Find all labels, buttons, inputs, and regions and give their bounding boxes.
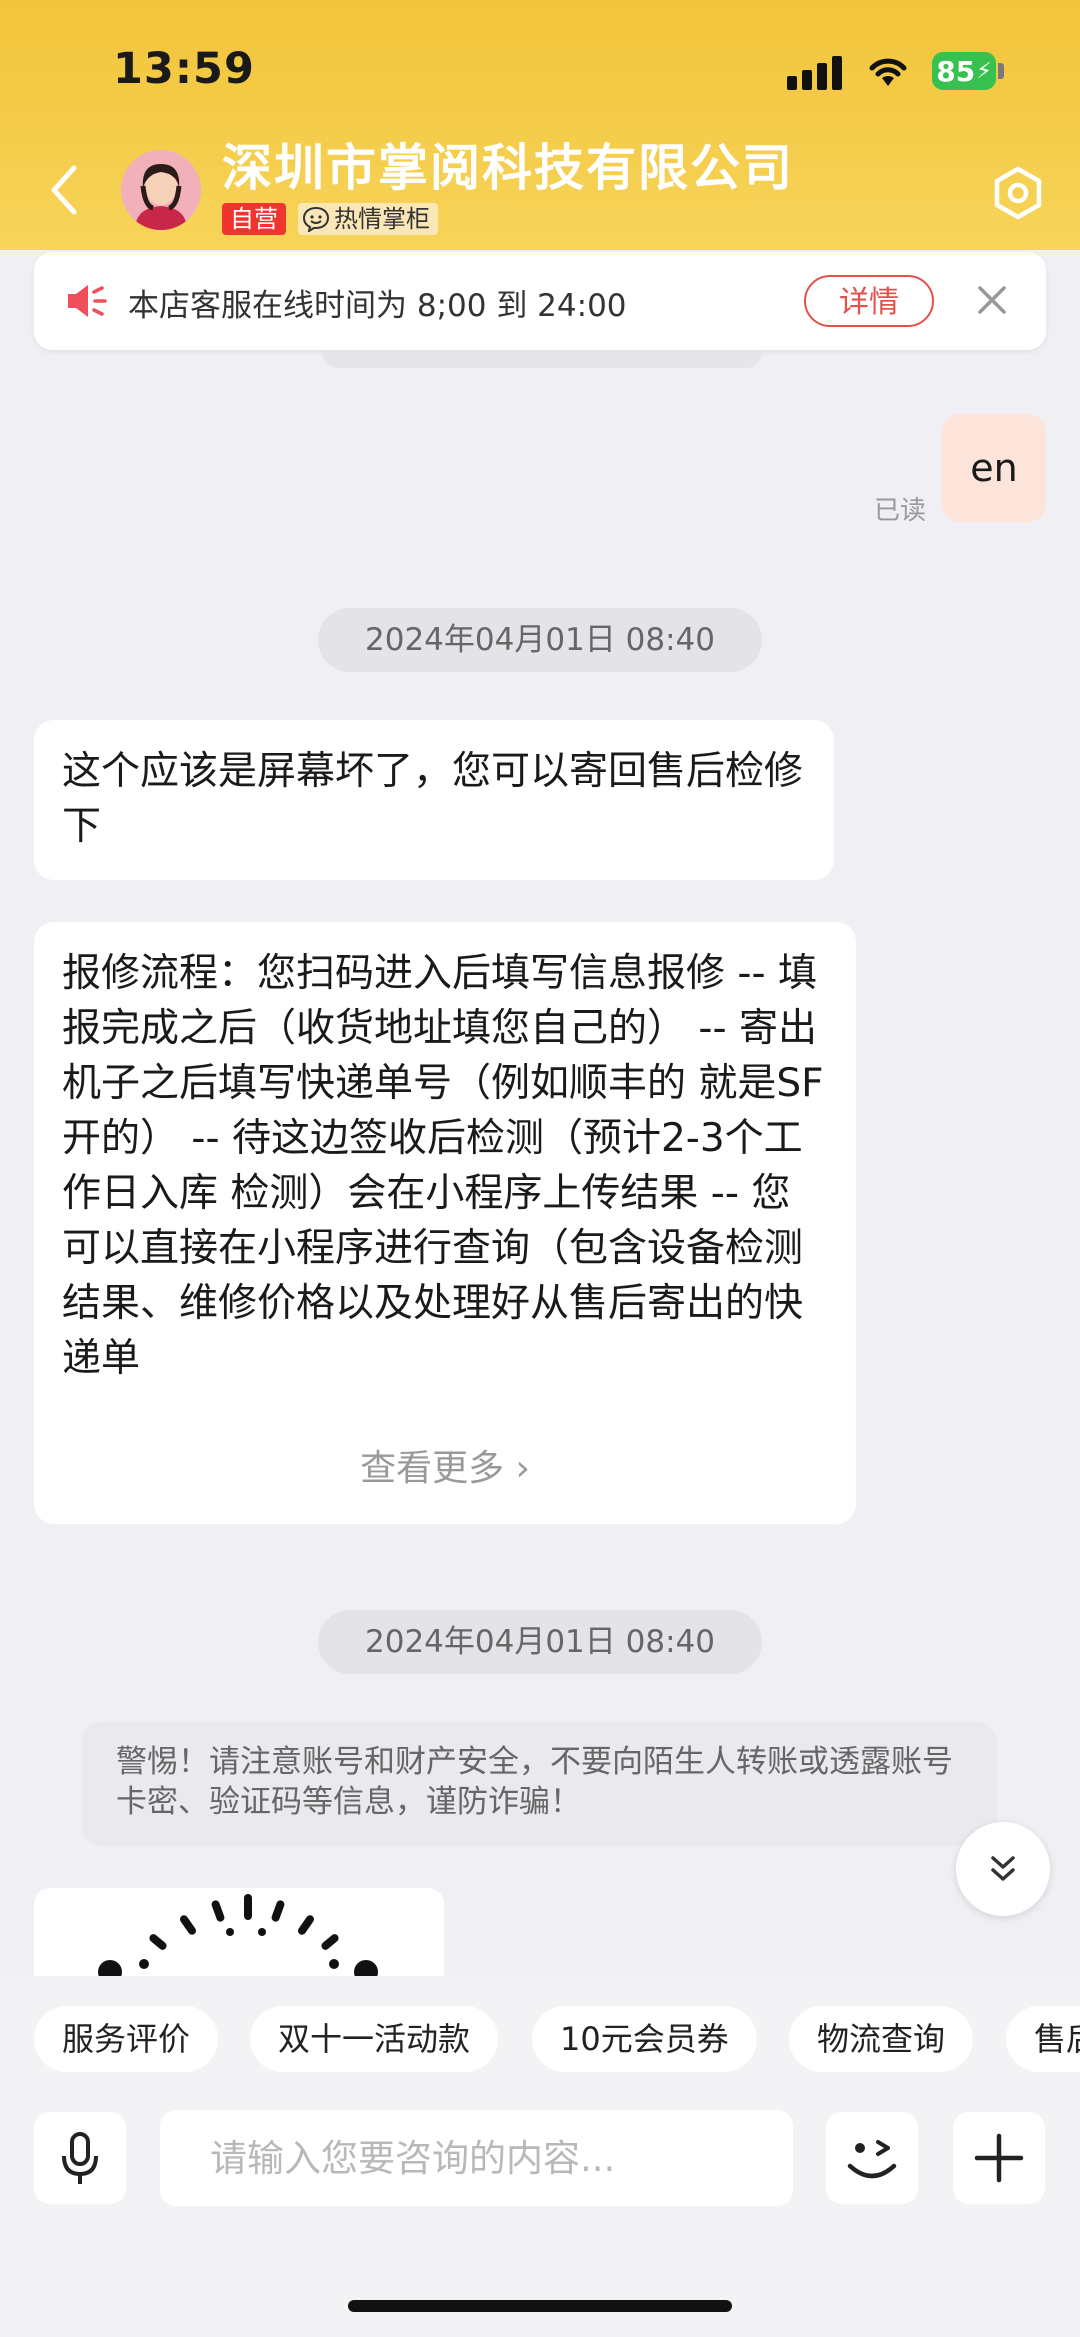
service-agent-avatar-icon (121, 150, 201, 230)
incoming-message-long[interactable]: 报修流程：您扫码进入后填写信息报修 -- 填报完成之后（收货地址填您自己的） -… (34, 922, 856, 1524)
scroll-down-button[interactable] (956, 1822, 1050, 1916)
wifi-icon (869, 58, 907, 86)
settings-hexagon-icon[interactable] (990, 165, 1046, 221)
speaker-icon (68, 285, 107, 317)
see-more-link[interactable]: 查看更多 › (34, 1441, 856, 1496)
service-hours-notice: 本店客服在线时间为 8;00 到 24:00 详情 (34, 252, 1046, 350)
hot-keeper-label: 热情掌柜 (334, 205, 430, 233)
cellular-signal-icon (787, 54, 845, 90)
quick-reply-chip[interactable]: 10元会员券 (532, 2006, 757, 2072)
chat-header: 13:59 85 ⚡ 深圳市掌阅科技有限公司 自营 热情掌柜 (0, 0, 1080, 250)
battery-tip (998, 63, 1004, 79)
outgoing-message[interactable]: en (942, 414, 1046, 522)
bottom-input-area: 服务评价 双十一活动款 10元会员券 物流查询 售后 (0, 1976, 1080, 2337)
plus-icon (974, 2133, 1024, 2183)
avatar[interactable] (121, 150, 201, 230)
close-icon[interactable] (974, 282, 1010, 318)
charging-bolt-icon: ⚡ (976, 58, 992, 84)
message-input[interactable] (160, 2110, 793, 2206)
status-time: 13:59 (113, 44, 255, 94)
qr-code-image (98, 1894, 378, 1976)
wink-emoji-icon (847, 2140, 897, 2179)
notice-text: 本店客服在线时间为 8;00 到 24:00 (128, 288, 627, 324)
notice-detail-button[interactable]: 详情 (804, 275, 934, 327)
message-timestamp: 2024年04月01日 08:40 (318, 608, 762, 672)
smile-chat-icon (302, 206, 330, 232)
hot-keeper-badge: 热情掌柜 (298, 203, 438, 235)
repair-process-text: 报修流程：您扫码进入后填写信息报修 -- 填报完成之后（收货地址填您自己的） -… (62, 951, 824, 1381)
voice-input-button[interactable] (34, 2112, 126, 2204)
quick-reply-chip[interactable]: 物流查询 (789, 2006, 974, 2072)
incoming-message[interactable]: 这个应该是屏幕坏了，您可以寄回售后检修下 (34, 720, 834, 880)
previous-message-edge (322, 350, 762, 368)
quick-reply-bar[interactable]: 服务评价 双十一活动款 10元会员券 物流查询 售后 (0, 2006, 1080, 2072)
quick-reply-chip[interactable]: 服务评价 (34, 2006, 219, 2072)
qr-code-card[interactable] (34, 1888, 444, 1976)
read-receipt: 已读 (874, 496, 927, 526)
microphone-icon (62, 2132, 98, 2184)
battery-level: 85 (936, 54, 976, 88)
back-button[interactable] (44, 160, 84, 220)
fraud-warning: 警惕！请注意账号和财产安全，不要向陌生人转账或透露账号卡密、验证码等信息，谨防诈… (82, 1722, 997, 1846)
battery-indicator: 85 ⚡ (932, 52, 996, 90)
more-options-button[interactable] (953, 2112, 1045, 2204)
message-timestamp: 2024年04月01日 08:40 (318, 1610, 762, 1674)
shop-name: 深圳市掌阅科技有限公司 (222, 139, 794, 197)
quick-reply-chip[interactable]: 双十一活动款 (250, 2006, 499, 2072)
self-operated-badge: 自营 (222, 203, 286, 235)
emoji-button[interactable] (826, 2112, 918, 2204)
home-indicator[interactable] (348, 2300, 732, 2312)
quick-reply-chip[interactable]: 售后 (1006, 2006, 1080, 2072)
